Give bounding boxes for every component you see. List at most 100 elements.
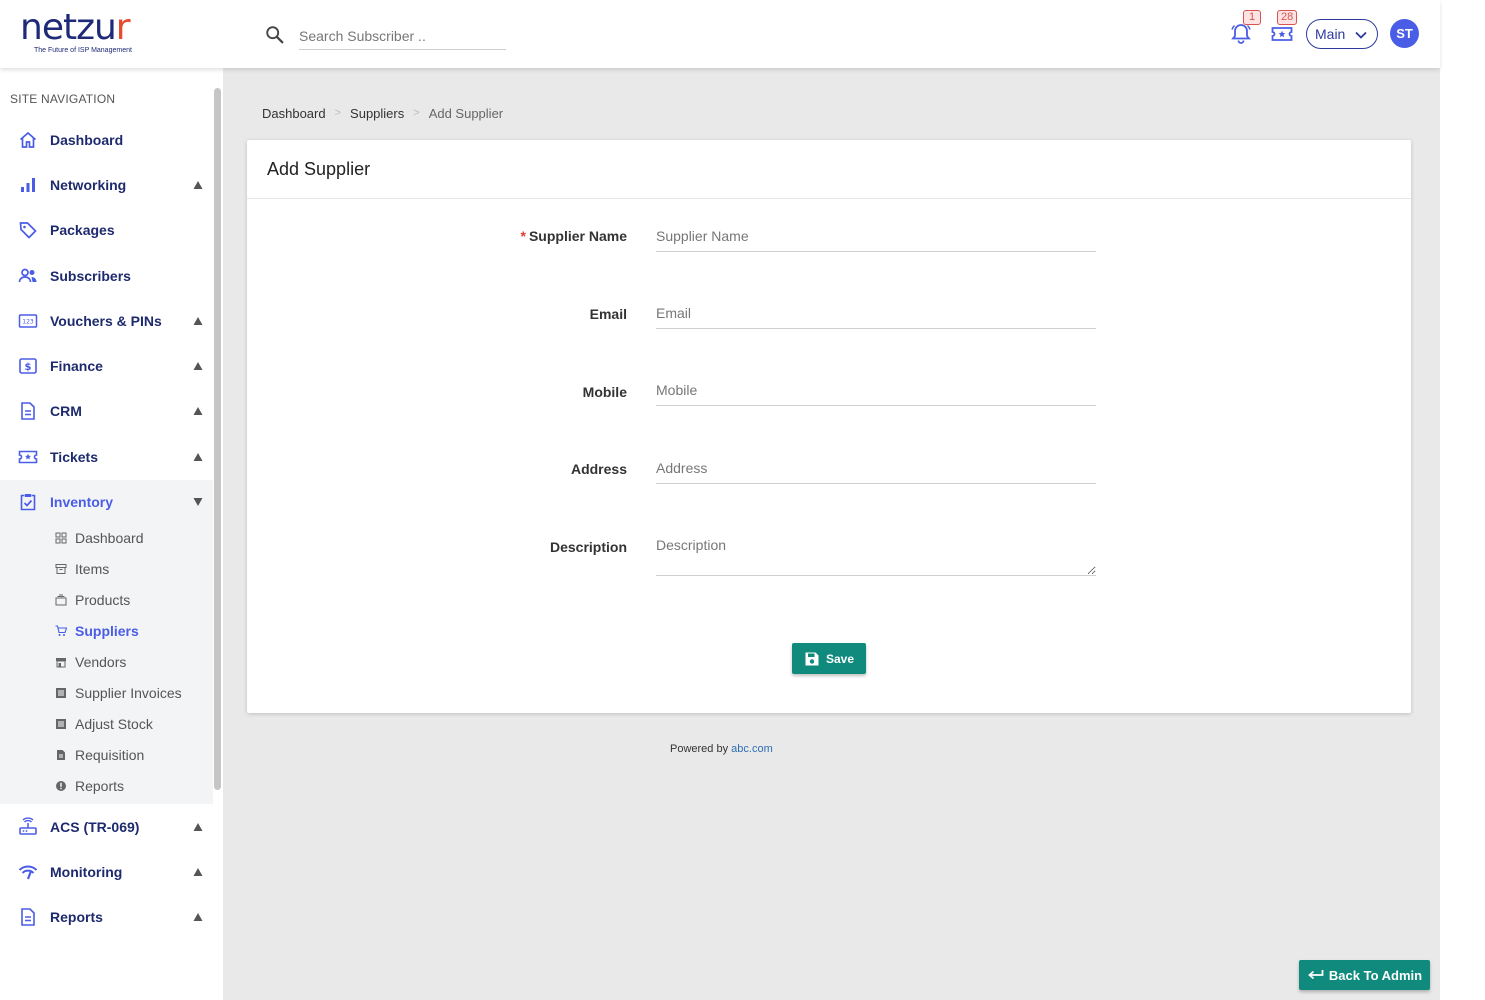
bell-icon — [1231, 24, 1251, 44]
address-label: Address — [570, 461, 627, 477]
info-circle-icon — [56, 781, 66, 791]
search-input[interactable] — [299, 22, 506, 50]
sidebar-subitem-reports[interactable]: Reports — [0, 772, 213, 800]
workspace-select[interactable]: Main — [1306, 19, 1378, 49]
top-header: netzur The Future of ISP Management 1 28… — [0, 0, 1440, 68]
svg-text:123: 123 — [22, 319, 34, 326]
description-textarea[interactable] — [656, 537, 1096, 576]
signal-icon — [18, 865, 38, 880]
caret-up-icon — [193, 453, 203, 461]
sidebar-subitem-vendors[interactable]: Vendors — [0, 648, 213, 676]
sidebar-subitem-suppliers[interactable]: Suppliers — [0, 617, 213, 645]
sidebar-subitem-requisition[interactable]: Requisition — [0, 741, 213, 769]
mobile-input[interactable] — [656, 374, 1096, 406]
netzur-logo[interactable]: netzur The Future of ISP Management — [20, 10, 160, 60]
supplier-name-input[interactable] — [656, 220, 1096, 252]
sidebar-item-tickets[interactable]: Tickets — [0, 437, 213, 477]
dollar-icon: $ — [19, 358, 37, 374]
back-to-admin-label: Back To Admin — [1328, 967, 1423, 983]
sidebar-scrollbar[interactable] — [214, 88, 221, 790]
breadcrumb-separator: > — [413, 107, 420, 119]
search-icon[interactable] — [264, 24, 286, 46]
caret-up-icon — [193, 362, 203, 370]
tickets-button[interactable]: 28 — [1270, 10, 1298, 46]
sidebar-item-finance[interactable]: $ Finance — [0, 346, 213, 386]
user-avatar[interactable]: ST — [1390, 19, 1419, 48]
sidebar: SITE NAVIGATION Dashboard Networking Pac… — [0, 68, 223, 1000]
breadcrumb-suppliers[interactable]: Suppliers — [350, 106, 404, 121]
users-icon — [18, 268, 37, 283]
inventory-group: Inventory Dashboard Items Products Suppl… — [0, 480, 213, 804]
sidebar-item-subscribers[interactable]: Subscribers — [0, 256, 213, 296]
sidebar-subitem-adjust-stock[interactable]: Adjust Stock — [0, 710, 213, 738]
tag-icon — [19, 222, 37, 239]
mobile-label: Mobile — [582, 384, 627, 400]
sidebar-item-vouchers[interactable]: 123 Vouchers & PINs — [0, 301, 213, 341]
cart-icon — [55, 625, 67, 636]
sidebar-item-dashboard[interactable]: Dashboard — [0, 120, 213, 160]
store-icon — [56, 658, 66, 668]
sidebar-item-inventory[interactable]: Inventory — [0, 482, 213, 522]
router-icon — [19, 817, 37, 835]
add-supplier-card: Add Supplier *Supplier Name Email Mobile… — [247, 140, 1411, 713]
save-button[interactable]: Save — [792, 643, 866, 674]
sidebar-item-acs[interactable]: ACS (TR-069) — [0, 807, 213, 847]
breadcrumb-separator: > — [334, 107, 342, 119]
notification-count-badge: 1 — [1243, 10, 1261, 25]
ticket-icon — [18, 450, 38, 464]
workspace-label: Main — [1315, 26, 1346, 42]
page-right-gutter — [1440, 0, 1485, 1000]
layers-icon — [55, 594, 67, 606]
caret-up-icon — [193, 317, 203, 325]
caret-up-icon — [193, 823, 203, 831]
save-label: Save — [825, 651, 855, 666]
back-to-admin-button[interactable]: Back To Admin — [1299, 960, 1430, 990]
svg-text:$: $ — [25, 362, 32, 373]
document-icon — [21, 402, 35, 420]
powered-by-footer: Powered by abc.com — [670, 743, 773, 755]
sidebar-item-crm[interactable]: CRM — [0, 391, 213, 431]
sidebar-item-packages[interactable]: Packages — [0, 210, 213, 250]
return-arrow-icon — [1308, 970, 1324, 980]
clipboard-check-icon — [20, 494, 36, 511]
breadcrumb: Dashboard > Suppliers > Add Supplier — [262, 106, 503, 121]
footer-link[interactable]: abc.com — [731, 743, 773, 755]
sidebar-item-monitoring[interactable]: Monitoring — [0, 852, 213, 892]
sidebar-subitem-items[interactable]: Items — [0, 555, 213, 583]
logo-wordmark: netzur — [20, 7, 131, 48]
bar-chart-icon — [21, 178, 35, 192]
grid-icon — [55, 532, 67, 544]
list-icon — [56, 688, 66, 698]
sidebar-item-networking[interactable]: Networking — [0, 165, 213, 205]
sidebar-subitem-products[interactable]: Products — [0, 586, 213, 614]
ticket-icon — [1271, 27, 1293, 41]
breadcrumb-dashboard[interactable]: Dashboard — [262, 106, 326, 121]
logo-tagline: The Future of ISP Management — [34, 47, 132, 54]
caret-up-icon — [193, 868, 203, 876]
ticket-count-badge: 28 — [1277, 10, 1298, 25]
caret-up-icon — [193, 407, 203, 415]
address-input[interactable] — [656, 452, 1096, 484]
sidebar-title: SITE NAVIGATION — [10, 92, 116, 106]
caret-up-icon — [193, 181, 203, 189]
floppy-disk-icon — [805, 652, 819, 665]
notifications-button[interactable]: 1 — [1229, 10, 1261, 46]
chevron-down-icon — [1355, 31, 1367, 39]
email-label: Email — [589, 306, 627, 322]
sidebar-subitem-supplier-invoices[interactable]: Supplier Invoices — [0, 679, 213, 707]
breadcrumb-current: Add Supplier — [428, 106, 504, 121]
file-icon — [57, 750, 65, 760]
sidebar-item-reports[interactable]: Reports — [0, 897, 213, 937]
sidebar-subitem-inventory-dashboard[interactable]: Dashboard — [0, 524, 213, 552]
list-icon — [56, 719, 66, 729]
caret-down-icon — [193, 498, 203, 506]
page-title: Add Supplier — [247, 140, 1411, 199]
caret-up-icon — [193, 913, 203, 921]
voucher-icon: 123 — [18, 314, 38, 328]
archive-icon — [55, 564, 67, 574]
home-icon — [19, 131, 37, 148]
required-marker: * — [520, 228, 526, 244]
subscriber-search — [264, 22, 508, 52]
description-label: Description — [549, 539, 627, 555]
email-input[interactable] — [656, 297, 1096, 329]
